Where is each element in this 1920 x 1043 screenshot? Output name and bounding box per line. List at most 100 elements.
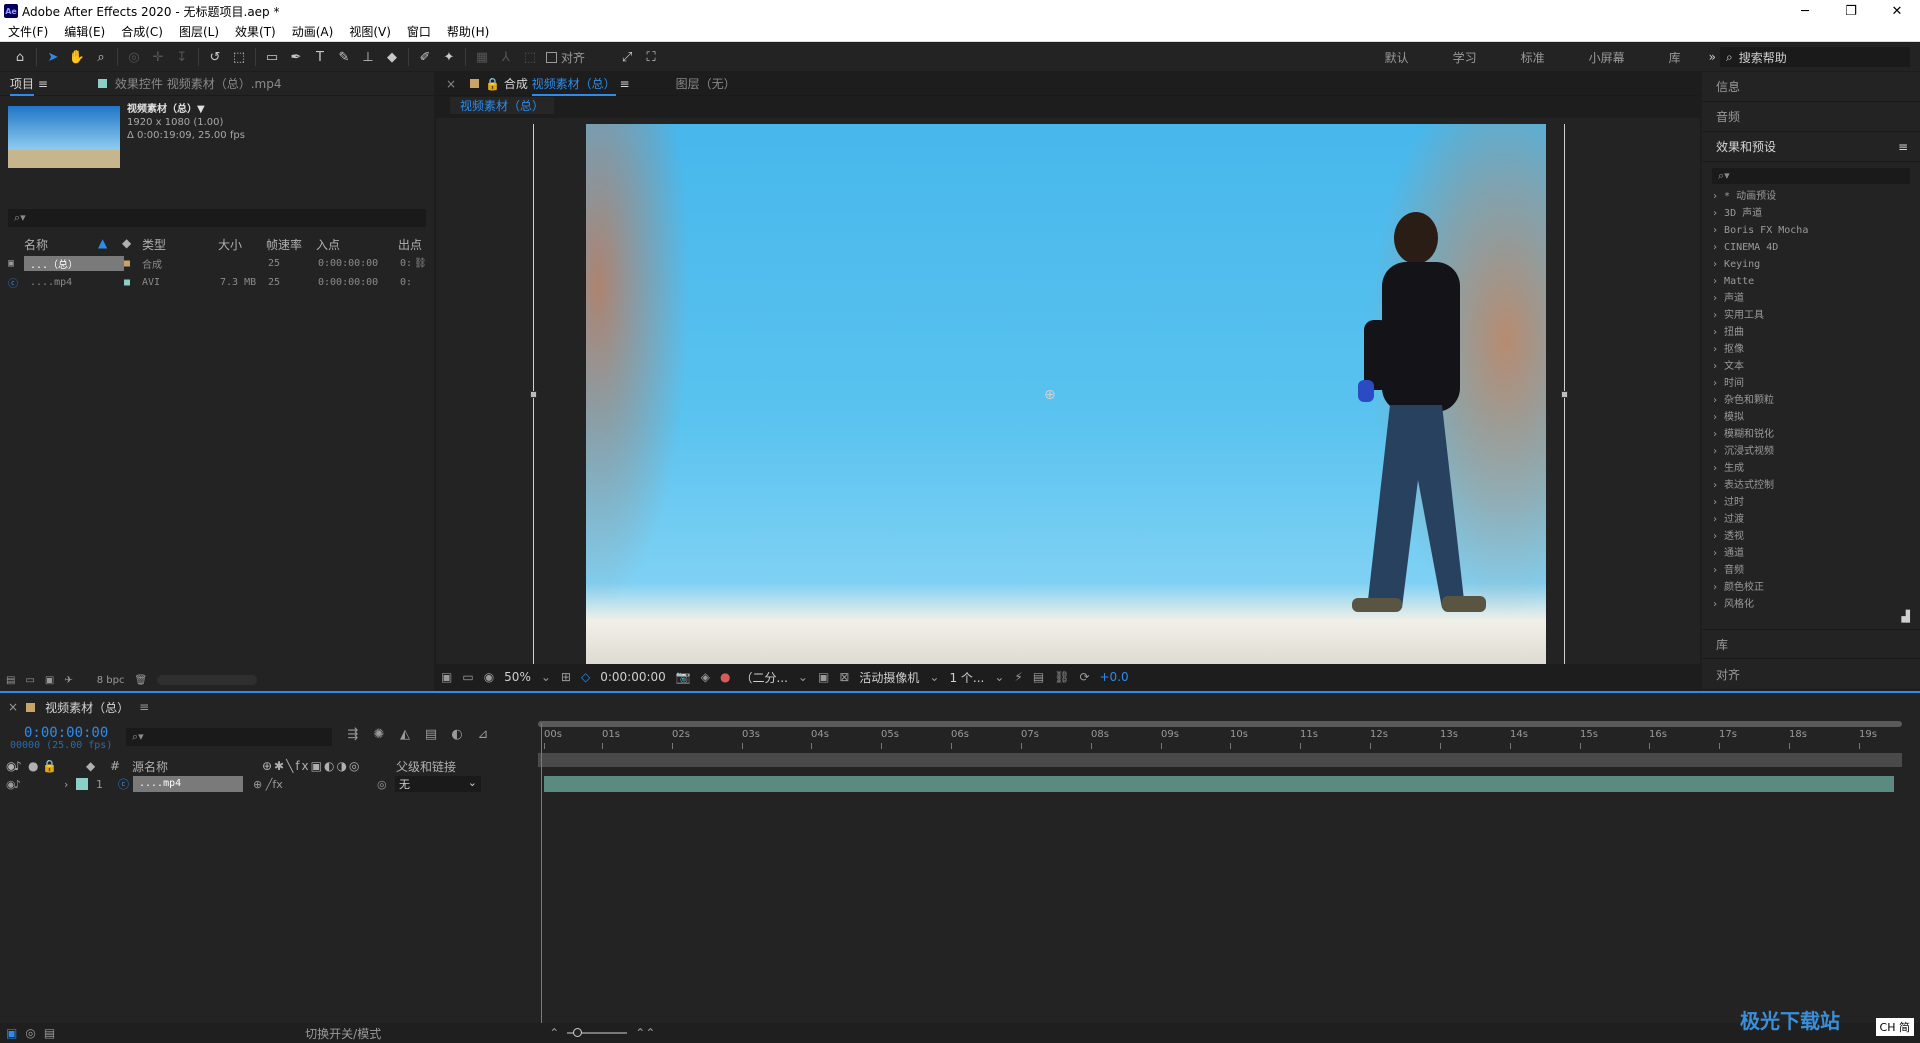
rectangle-tool-icon[interactable]: ▭: [260, 46, 284, 68]
transparency-grid-icon[interactable]: ◇: [576, 670, 595, 684]
new-folder-icon[interactable]: ▭: [25, 675, 34, 686]
menu-edit[interactable]: 编辑(E): [56, 23, 113, 40]
timeline-icon[interactable]: ▤: [1028, 670, 1049, 684]
menu-layer[interactable]: 图层(L): [171, 23, 227, 40]
label-column-icon[interactable]: ◆: [86, 759, 110, 773]
chevron-down-icon[interactable]: ⌄: [536, 670, 556, 684]
fx-category[interactable]: › 3D 声道: [1702, 205, 1920, 222]
audio-speaker-icon[interactable]: ♪: [14, 778, 64, 791]
always-preview-icon[interactable]: ▣: [436, 670, 457, 684]
fx-category[interactable]: › 抠像: [1702, 341, 1920, 358]
align-panel-header[interactable]: 对齐: [1702, 660, 1920, 690]
fx-category[interactable]: › 通道: [1702, 545, 1920, 562]
expand-layer-switches-icon[interactable]: ▣: [0, 1026, 17, 1040]
axis-view-icon[interactable]: ⬚: [518, 46, 542, 68]
fx-category[interactable]: › 风格化: [1702, 596, 1920, 613]
exposure-value[interactable]: +0.0: [1095, 670, 1134, 684]
fx-category[interactable]: › Matte: [1702, 273, 1920, 290]
tab-project[interactable]: 项目 ≡: [0, 75, 58, 92]
eraser-tool-icon[interactable]: ◆: [380, 46, 404, 68]
channels-icon[interactable]: ●: [715, 670, 735, 684]
panel-menu-icon[interactable]: ≡: [139, 700, 149, 714]
fx-category[interactable]: › Keying: [1702, 256, 1920, 273]
visibility-eye-icon[interactable]: ◉: [0, 778, 14, 791]
layer-label-swatch[interactable]: [76, 778, 88, 790]
fx-category[interactable]: › * 动画预设: [1702, 188, 1920, 205]
toggle-transparency-icon[interactable]: ⊠: [834, 670, 854, 684]
fx-category[interactable]: › 杂色和颗粒: [1702, 392, 1920, 409]
menu-animation[interactable]: 动画(A): [284, 23, 342, 40]
menu-file[interactable]: 文件(F): [0, 23, 56, 40]
zoom-tool-icon[interactable]: ⌕: [89, 46, 113, 68]
solo-switch-icon[interactable]: ●: [28, 759, 42, 773]
parent-link-column[interactable]: 父级和链接: [396, 758, 456, 775]
menu-effect[interactable]: 效果(T): [227, 23, 284, 40]
menu-window[interactable]: 窗口: [399, 23, 439, 40]
expand-layer-icon[interactable]: ›: [64, 778, 76, 791]
project-row-footage[interactable]: ⓒ ....mp4 ■ AVI 7.3 MB 25 0:00:00:00 0:: [8, 274, 434, 291]
parent-dropdown[interactable]: 无⌄: [395, 776, 481, 792]
comp-mini-flowchart-icon[interactable]: ⇶: [344, 727, 362, 742]
label-icon[interactable]: ◆: [122, 236, 142, 252]
current-time-display[interactable]: 0:00:00:00: [24, 725, 108, 741]
roto-brush-icon[interactable]: ✐: [413, 46, 437, 68]
snap-checkbox[interactable]: [546, 52, 557, 63]
audio-panel-header[interactable]: 音频: [1702, 102, 1920, 132]
home-icon[interactable]: ⌂: [8, 46, 32, 68]
minimize-button[interactable]: ─: [1782, 0, 1828, 22]
workspace-small-screen[interactable]: 小屏幕: [1567, 49, 1647, 66]
layer-duration-bar[interactable]: [544, 776, 1894, 792]
axis-world-icon[interactable]: ⅄: [494, 46, 518, 68]
fx-category[interactable]: › 过时: [1702, 494, 1920, 511]
video-frame[interactable]: [586, 124, 1546, 664]
item-name[interactable]: 视频素材（总）▼: [127, 103, 245, 116]
fx-category[interactable]: › CINEMA 4D: [1702, 239, 1920, 256]
zoom-dropdown[interactable]: 50%: [499, 670, 536, 684]
shy-layers-icon[interactable]: ◭: [396, 727, 414, 742]
layer-switches[interactable]: ⊕ ╱fx: [243, 778, 377, 791]
timeline-tab[interactable]: 视频素材（总）: [45, 699, 129, 716]
current-time-indicator[interactable]: [541, 723, 542, 1041]
resize-handle-right[interactable]: [1561, 391, 1568, 398]
region-of-interest-icon[interactable]: ▣: [813, 670, 834, 684]
layer-name[interactable]: ....mp4: [133, 776, 243, 792]
pen-tool-icon[interactable]: ✒: [284, 46, 308, 68]
rotate-tool-icon[interactable]: ↺: [203, 46, 227, 68]
col-fps[interactable]: 帧速率: [266, 236, 316, 252]
show-snapshot-icon[interactable]: ◈: [696, 670, 715, 684]
pan-behind-tool-icon[interactable]: ⬚: [227, 46, 251, 68]
selection-tool-icon[interactable]: ➤: [41, 46, 65, 68]
menu-help[interactable]: 帮助(H): [439, 23, 497, 40]
panel-menu-icon[interactable]: ≡: [1898, 140, 1908, 154]
time-navigator[interactable]: [538, 721, 1902, 727]
comp-flowchart-icon[interactable]: ⛓: [1049, 670, 1074, 684]
col-size[interactable]: 大小: [218, 236, 266, 252]
display-icon[interactable]: ▭: [457, 670, 478, 684]
audio-switch-icon[interactable]: ♪: [14, 759, 28, 773]
orbit-camera-icon[interactable]: ◎: [122, 46, 146, 68]
timeline-layer-row[interactable]: ◉ ♪ › 1 ⓒ ....mp4 ⊕ ╱fx ◎ 无⌄: [0, 775, 536, 793]
maximize-button[interactable]: ❐: [1828, 0, 1874, 22]
fx-category[interactable]: › Boris FX Mocha: [1702, 222, 1920, 239]
flowchart-icon[interactable]: ⛓: [414, 258, 427, 269]
pickwhip-icon[interactable]: ◎: [377, 778, 395, 791]
workspace-library[interactable]: 库: [1647, 49, 1703, 66]
snap-options-icon[interactable]: ⤢: [615, 46, 639, 68]
fast-previews-icon[interactable]: ⚡: [1009, 670, 1027, 684]
mask-visibility-icon[interactable]: ◉: [479, 670, 499, 684]
tab-composition[interactable]: 🔒 合成 视频素材（总） ≡: [460, 75, 640, 92]
project-search-input[interactable]: ⌕▾: [8, 209, 426, 227]
puppet-pin-icon[interactable]: ✦: [437, 46, 461, 68]
timeline-zoom-slider[interactable]: [567, 1032, 627, 1034]
delete-icon[interactable]: 🗑: [134, 675, 147, 686]
new-comp-icon[interactable]: ▣: [45, 675, 54, 686]
menu-view[interactable]: 视图(V): [341, 23, 399, 40]
effects-search-input[interactable]: ⌕▾: [1712, 168, 1910, 184]
expand-timing-icon[interactable]: ▤: [36, 1026, 55, 1040]
render-queue-icon[interactable]: ✈: [64, 675, 72, 686]
fx-category[interactable]: › 时间: [1702, 375, 1920, 392]
zoom-in-icon[interactable]: ⌃⌃: [635, 1026, 655, 1040]
toggle-switches-modes[interactable]: 切换开关/模式: [305, 1025, 381, 1042]
menu-composition[interactable]: 合成(C): [113, 23, 171, 40]
workspace-learn[interactable]: 学习: [1431, 49, 1499, 66]
